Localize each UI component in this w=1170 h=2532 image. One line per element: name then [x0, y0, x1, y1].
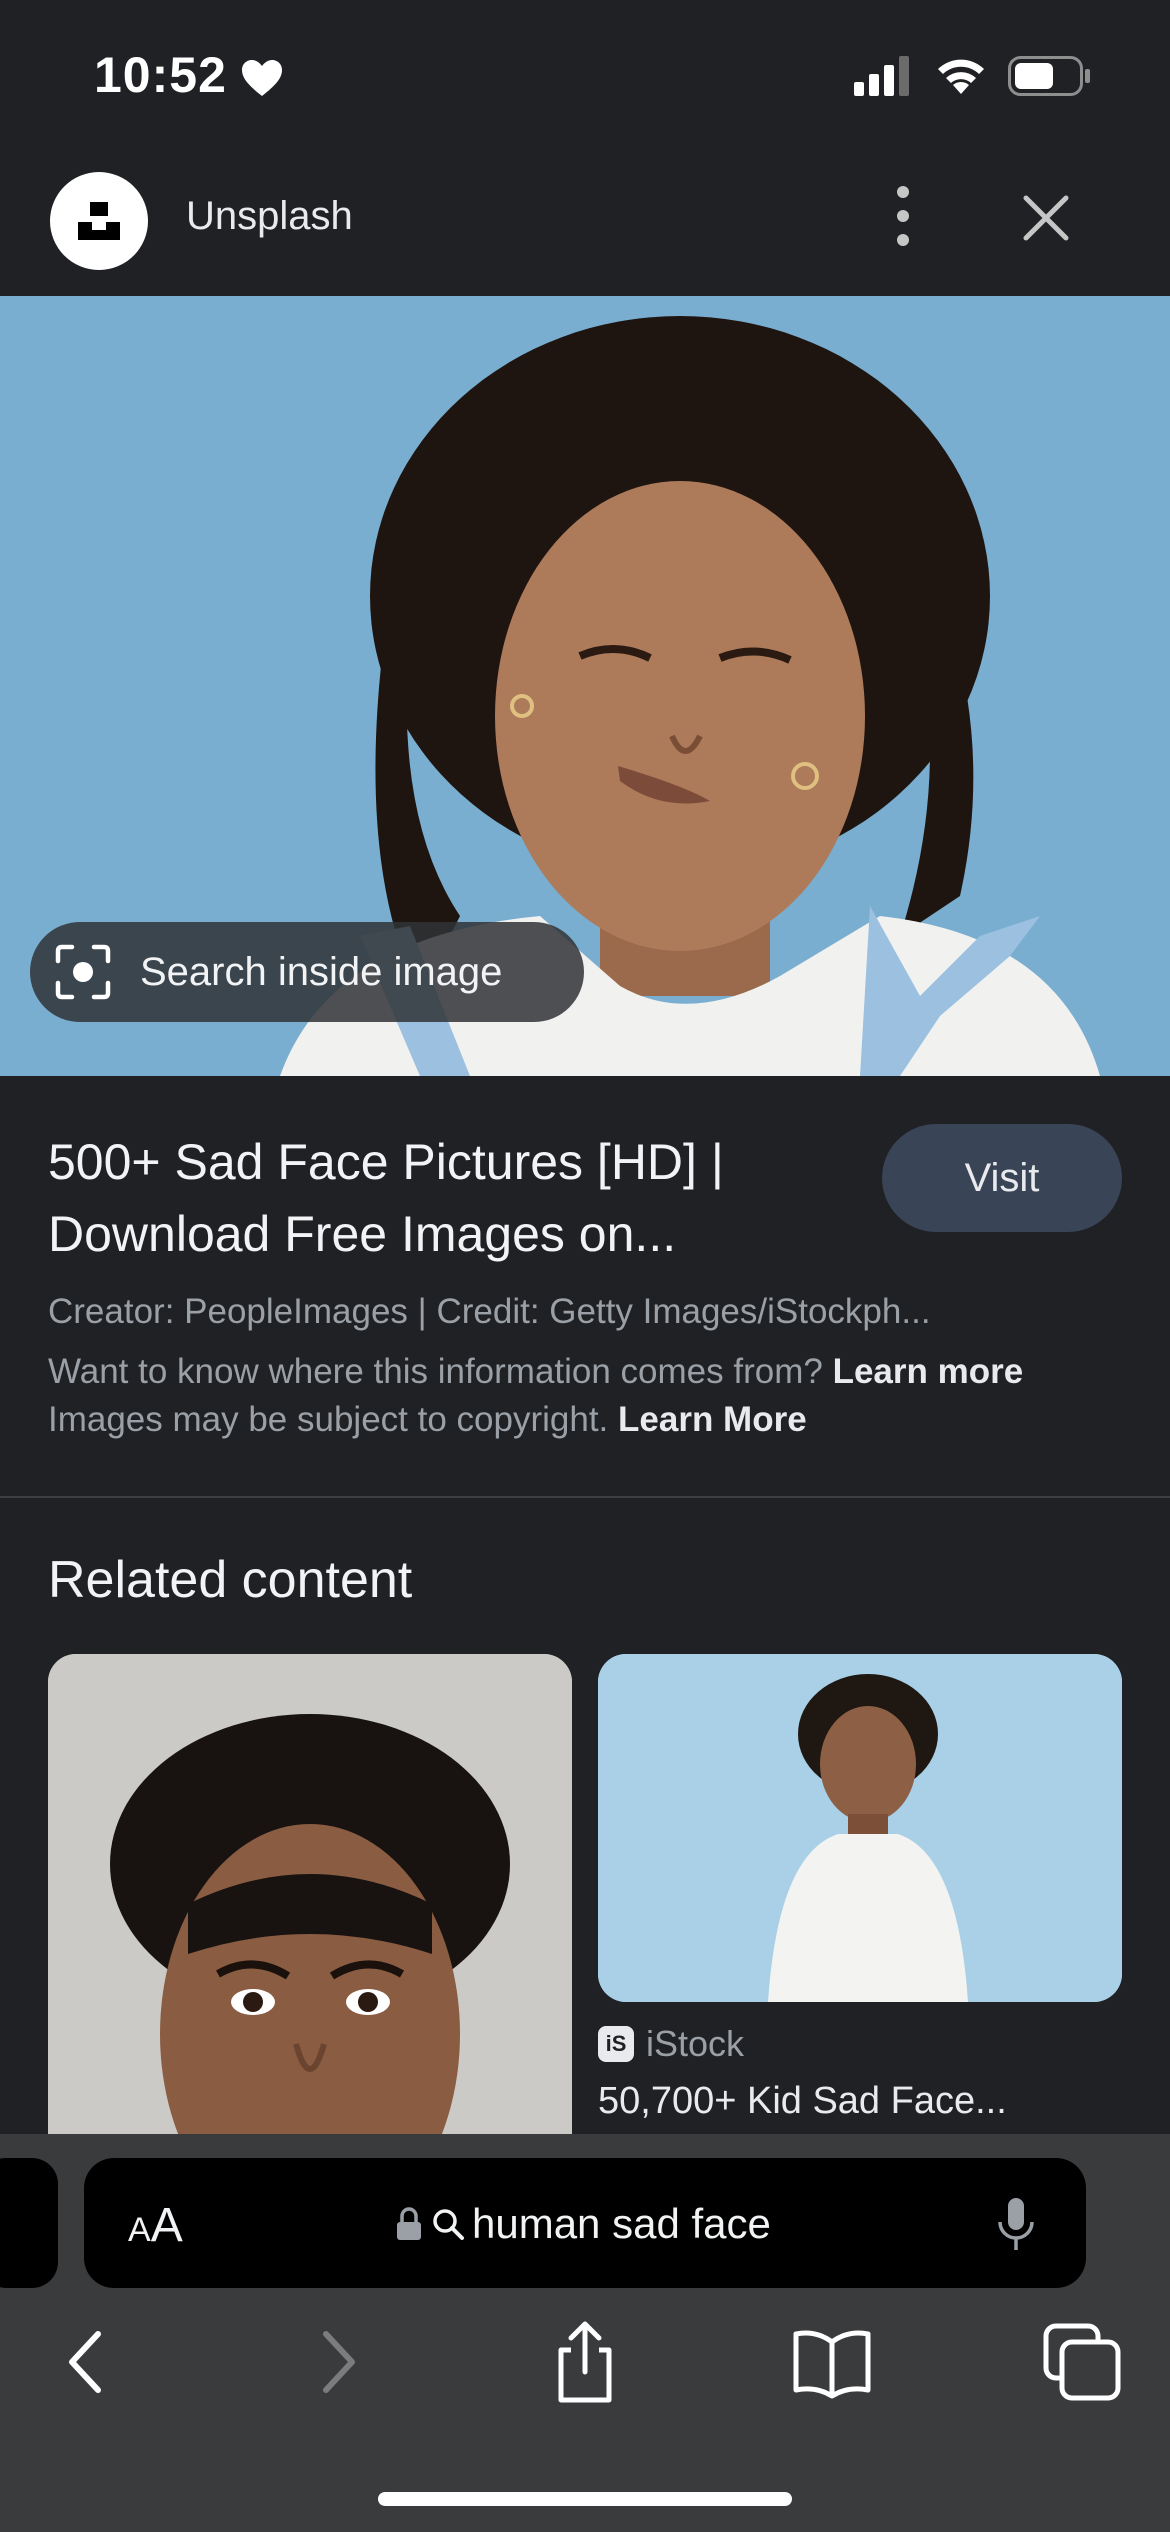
share-icon[interactable]: [543, 2320, 627, 2404]
url-text: human sad face: [472, 2200, 771, 2247]
microphone-icon[interactable]: [996, 2196, 1036, 2252]
wifi-icon: [938, 59, 984, 94]
istock-logo: iS: [598, 2026, 634, 2062]
info-question: Want to know where this information come…: [48, 1352, 823, 1391]
related-content-heading: Related content: [48, 1551, 413, 1609]
home-indicator: [378, 2492, 792, 2506]
forward-icon[interactable]: [296, 2320, 380, 2404]
visit-button[interactable]: Visit: [882, 1124, 1122, 1232]
search-icon: [433, 2209, 464, 2240]
more-vert-icon[interactable]: [880, 178, 926, 254]
hero-image[interactable]: Search inside image: [0, 296, 1170, 1076]
search-inside-image-label: Search inside image: [140, 949, 503, 994]
status-time: 10:52: [94, 47, 227, 103]
close-icon[interactable]: [1018, 190, 1074, 246]
back-icon[interactable]: [44, 2320, 128, 2404]
lens-icon: [55, 944, 111, 1000]
divider: [0, 1496, 1170, 1498]
heart-icon: [242, 60, 282, 96]
app-title: Unsplash: [186, 194, 353, 238]
creator-line: Creator: PeopleImages | Credit: Getty Im…: [48, 1292, 931, 1331]
lock-icon: [397, 2207, 421, 2240]
address-bar[interactable]: AA human sad face: [84, 2158, 1086, 2288]
tabs-icon[interactable]: [1040, 2320, 1124, 2404]
woman-crying-photo: [48, 1654, 572, 2134]
bookmarks-icon[interactable]: [790, 2320, 874, 2404]
related-source-name: iStock: [646, 2023, 745, 2064]
battery-icon: [1008, 56, 1090, 96]
cellular-signal-icon: [854, 56, 909, 96]
kid-photo: [598, 1654, 1122, 2002]
url-area[interactable]: human sad face: [394, 2194, 771, 2254]
copyright-learn-more-link[interactable]: Learn More: [618, 1400, 807, 1439]
related-title[interactable]: 50,700+ Kid Sad Face...: [598, 2080, 1007, 2123]
browser-bottom-bar: AA human sad face: [0, 2134, 1170, 2532]
unsplash-logo: [50, 172, 148, 270]
related-source: iS iStock: [598, 2022, 744, 2066]
result-info: 500+ Sad Face Pictures [HD] | Download F…: [0, 1076, 1170, 1496]
aa-button[interactable]: AA: [128, 2198, 183, 2253]
related-card-woman[interactable]: [48, 1654, 572, 2134]
related-card-kid[interactable]: [598, 1654, 1122, 2002]
copyright-text: Images may be subject to copyright.: [48, 1400, 609, 1439]
image-viewer-page: 10:52 Unsplash Search inside image 500+ …: [0, 0, 1170, 2532]
result-title[interactable]: 500+ Sad Face Pictures [HD] | Download F…: [48, 1126, 848, 1270]
status-bar: 10:52: [0, 0, 1170, 150]
info-source-line: Want to know where this information come…: [48, 1352, 1023, 1392]
learn-more-link[interactable]: Learn more: [833, 1352, 1024, 1391]
search-inside-image-button[interactable]: Search inside image: [30, 922, 584, 1022]
copyright-line: Images may be subject to copyright. Lear…: [48, 1400, 807, 1440]
app-header: Unsplash: [0, 150, 1170, 296]
previous-tab-peek[interactable]: [0, 2158, 58, 2288]
